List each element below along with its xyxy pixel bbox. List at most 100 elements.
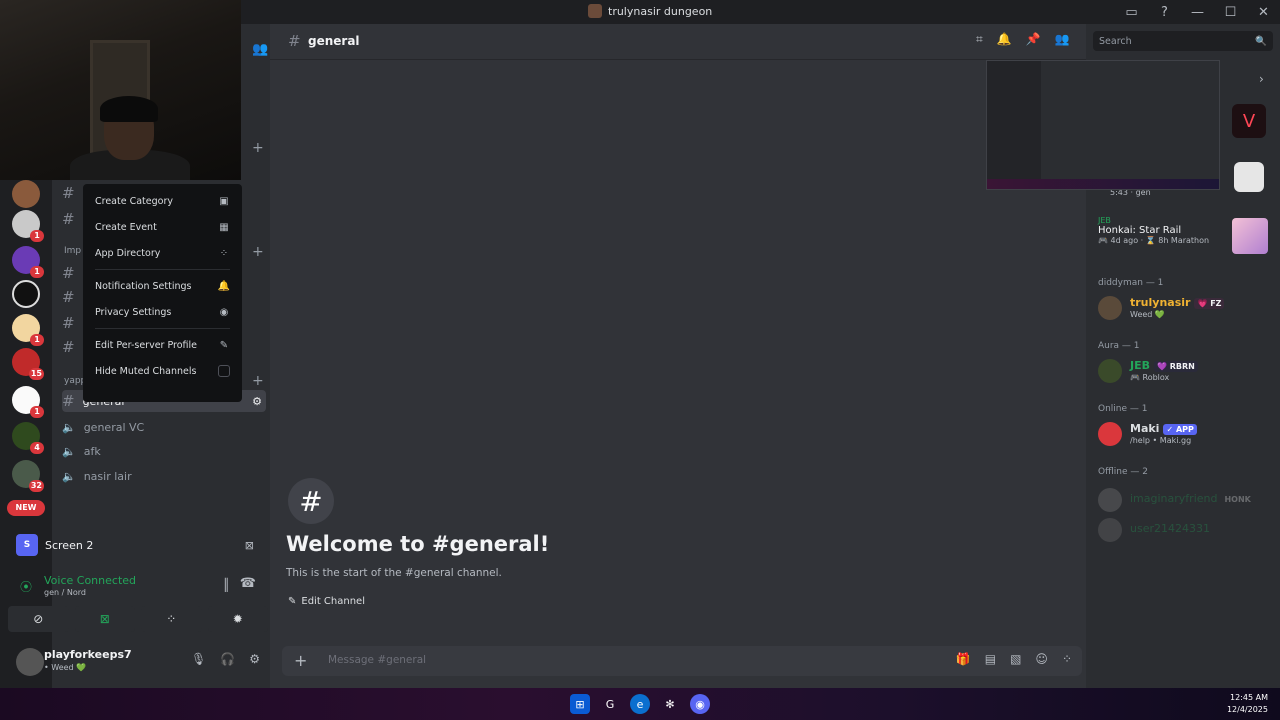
game-art [1232,218,1268,254]
menu-item-label: Privacy Settings [95,306,172,318]
stream-preview[interactable] [986,60,1220,190]
noise-suppression-icon[interactable]: ║ [223,578,230,592]
menu-item-create-category[interactable]: Create Category ▣ [89,188,236,214]
member-item[interactable]: user21424331 [1098,516,1278,548]
member-name: user21424331 [1130,522,1210,535]
system-clock[interactable]: 12:45 AM 12/4/2025 [1227,692,1268,716]
voice-location[interactable]: gen / Nord [44,588,86,597]
server-icon[interactable]: 1 [12,246,44,278]
server-badge: 1 [30,406,44,418]
member-item[interactable]: trulynasir 💗 FZ Weed 💚 [1098,294,1278,326]
new-badge[interactable]: NEW [7,500,45,516]
search-placeholder: Search [1099,35,1132,47]
message-composer[interactable]: + Message #general 🎁 ▤ ▧ ☺ ⁘ [282,646,1082,676]
server-icon[interactable]: 32 [12,460,44,492]
menu-item-label: Create Event [95,221,157,233]
text-channel-icon: # [62,392,75,410]
avatar [1098,359,1122,383]
share-screen-button[interactable]: ⊠ [74,606,135,632]
activity-card[interactable]: JEB Honkai: Star Rail 🎮 4d ago · ⌛ 8h Ma… [1098,216,1274,254]
help-icon[interactable]: ? [1148,0,1181,24]
valorant-icon[interactable]: V [1232,104,1266,138]
member-tag: 💜 RBRN [1154,360,1198,372]
server-badge: 32 [28,480,44,492]
message-input[interactable]: Message #general [328,654,426,666]
username[interactable]: playforkeeps7 [44,648,132,661]
server-icon[interactable] [12,280,40,308]
member-list-icon[interactable]: 👥 [1055,32,1070,47]
menu-item-hide-muted[interactable]: Hide Muted Channels [89,358,236,384]
screen-share-panel[interactable]: S Screen 2 ⊠ [8,530,268,560]
calendar-icon: ▦ [219,221,229,233]
close-icon[interactable]: ✕ [1247,0,1280,24]
server-icon[interactable] [12,180,40,208]
channel-label: nasir lair [83,469,132,483]
threads-icon[interactable]: ⌗ [976,32,983,47]
hide-muted-checkbox[interactable] [218,365,230,377]
edit-channel-button[interactable]: ✎ Edit Channel [288,590,365,612]
menu-item-privacy-settings[interactable]: Privacy Settings ◉ [89,299,236,325]
menu-item-notification-settings[interactable]: Notification Settings 🔔 [89,273,236,299]
member-item[interactable]: JEB 💜 RBRN 🎮 Roblox [1098,357,1278,389]
category-label[interactable]: Imp [64,246,81,256]
stop-stream-icon[interactable]: ⊠ [245,539,254,552]
server-context-menu: Create Category ▣ Create Event ▦ App Direc… [83,184,242,402]
activities-button[interactable]: ⁘ [141,606,202,632]
channel-afk[interactable]: 🔈 afk [62,440,101,462]
member-name: trulynasir 💗 FZ [1130,296,1225,309]
user-panel: playforkeeps7 • Weed 💚 🎙 🎧 ⚙ [8,644,270,680]
disconnect-icon[interactable]: ☎ [240,576,256,591]
apps-icon[interactable]: ⁘ [1062,652,1072,666]
server-icon[interactable]: 1 [12,386,44,418]
avatar [1098,296,1122,320]
add-channel-icon[interactable]: + [252,244,264,260]
pin-icon[interactable]: 📌 [1026,32,1041,47]
member-name: Maki ✓ APP [1130,422,1197,435]
soundboard-button[interactable]: ✹ [207,606,268,632]
maximize-icon[interactable]: ☐ [1214,0,1247,24]
camera-off-button[interactable]: ⊘ [8,606,69,632]
avatar[interactable] [16,648,44,676]
member-group-label: Aura — 1 [1098,341,1140,351]
member-item[interactable]: imaginaryfriend HONK [1098,486,1278,518]
sticker-icon[interactable]: ▧ [1010,652,1021,666]
inbox-icon[interactable]: ▭ [1115,0,1148,24]
menu-item-create-event[interactable]: Create Event ▦ [89,214,236,240]
chevron-right-icon[interactable]: › [1259,72,1264,86]
hidden-channel: # [62,264,75,282]
minimize-icon[interactable]: — [1181,0,1214,24]
server-icon[interactable]: 15 [12,348,44,380]
gift-icon[interactable]: 🎁 [956,652,971,666]
member-status: Weed 💚 [1130,310,1165,319]
server-icon[interactable]: 1 [12,210,44,242]
gx-icon[interactable]: G [600,694,620,714]
add-channel-icon[interactable]: + [252,140,264,156]
menu-item-edit-profile[interactable]: Edit Per-server Profile ✎ [89,332,236,358]
server-list: 1 1 1 15 1 4 32 NEW [0,180,52,530]
bell-icon[interactable]: 🔔 [997,32,1012,47]
microphone-icon[interactable]: 🎙 [191,652,206,666]
discord-icon[interactable]: ◉ [690,694,710,714]
server-icon[interactable]: 4 [12,422,44,454]
preview-sidebar [987,61,1041,189]
voice-connected-label[interactable]: Voice Connected [44,574,136,587]
headset-icon[interactable]: 🎧 [220,652,235,666]
windows-start-icon[interactable]: ⊞ [570,694,590,714]
gif-icon[interactable]: ▤ [985,652,996,666]
add-channel-icon[interactable]: + [252,373,264,389]
attach-plus-icon[interactable]: + [294,651,307,670]
signal-icon[interactable]: ⦿ [20,578,32,595]
server-icon[interactable]: 1 [12,314,44,346]
edge-icon[interactable]: e [630,694,650,714]
channel-general-vc[interactable]: 🔈 general VC [62,416,144,438]
emoji-icon[interactable]: ☺ [1035,652,1048,666]
gear-icon[interactable]: ⚙ [252,395,262,408]
search-input[interactable]: Search 🔍 [1093,31,1273,51]
chatgpt-icon[interactable]: ✻ [660,694,680,714]
channel-nasir-lair[interactable]: 🔈 nasir lair [62,465,132,487]
roblox-icon[interactable] [1234,162,1264,192]
gear-icon[interactable]: ⚙ [249,652,260,666]
member-item[interactable]: Maki ✓ APP /help • Maki.gg [1098,420,1278,452]
menu-item-app-directory[interactable]: App Directory ⁘ [89,240,236,266]
screen-share-icon: S [16,534,38,556]
